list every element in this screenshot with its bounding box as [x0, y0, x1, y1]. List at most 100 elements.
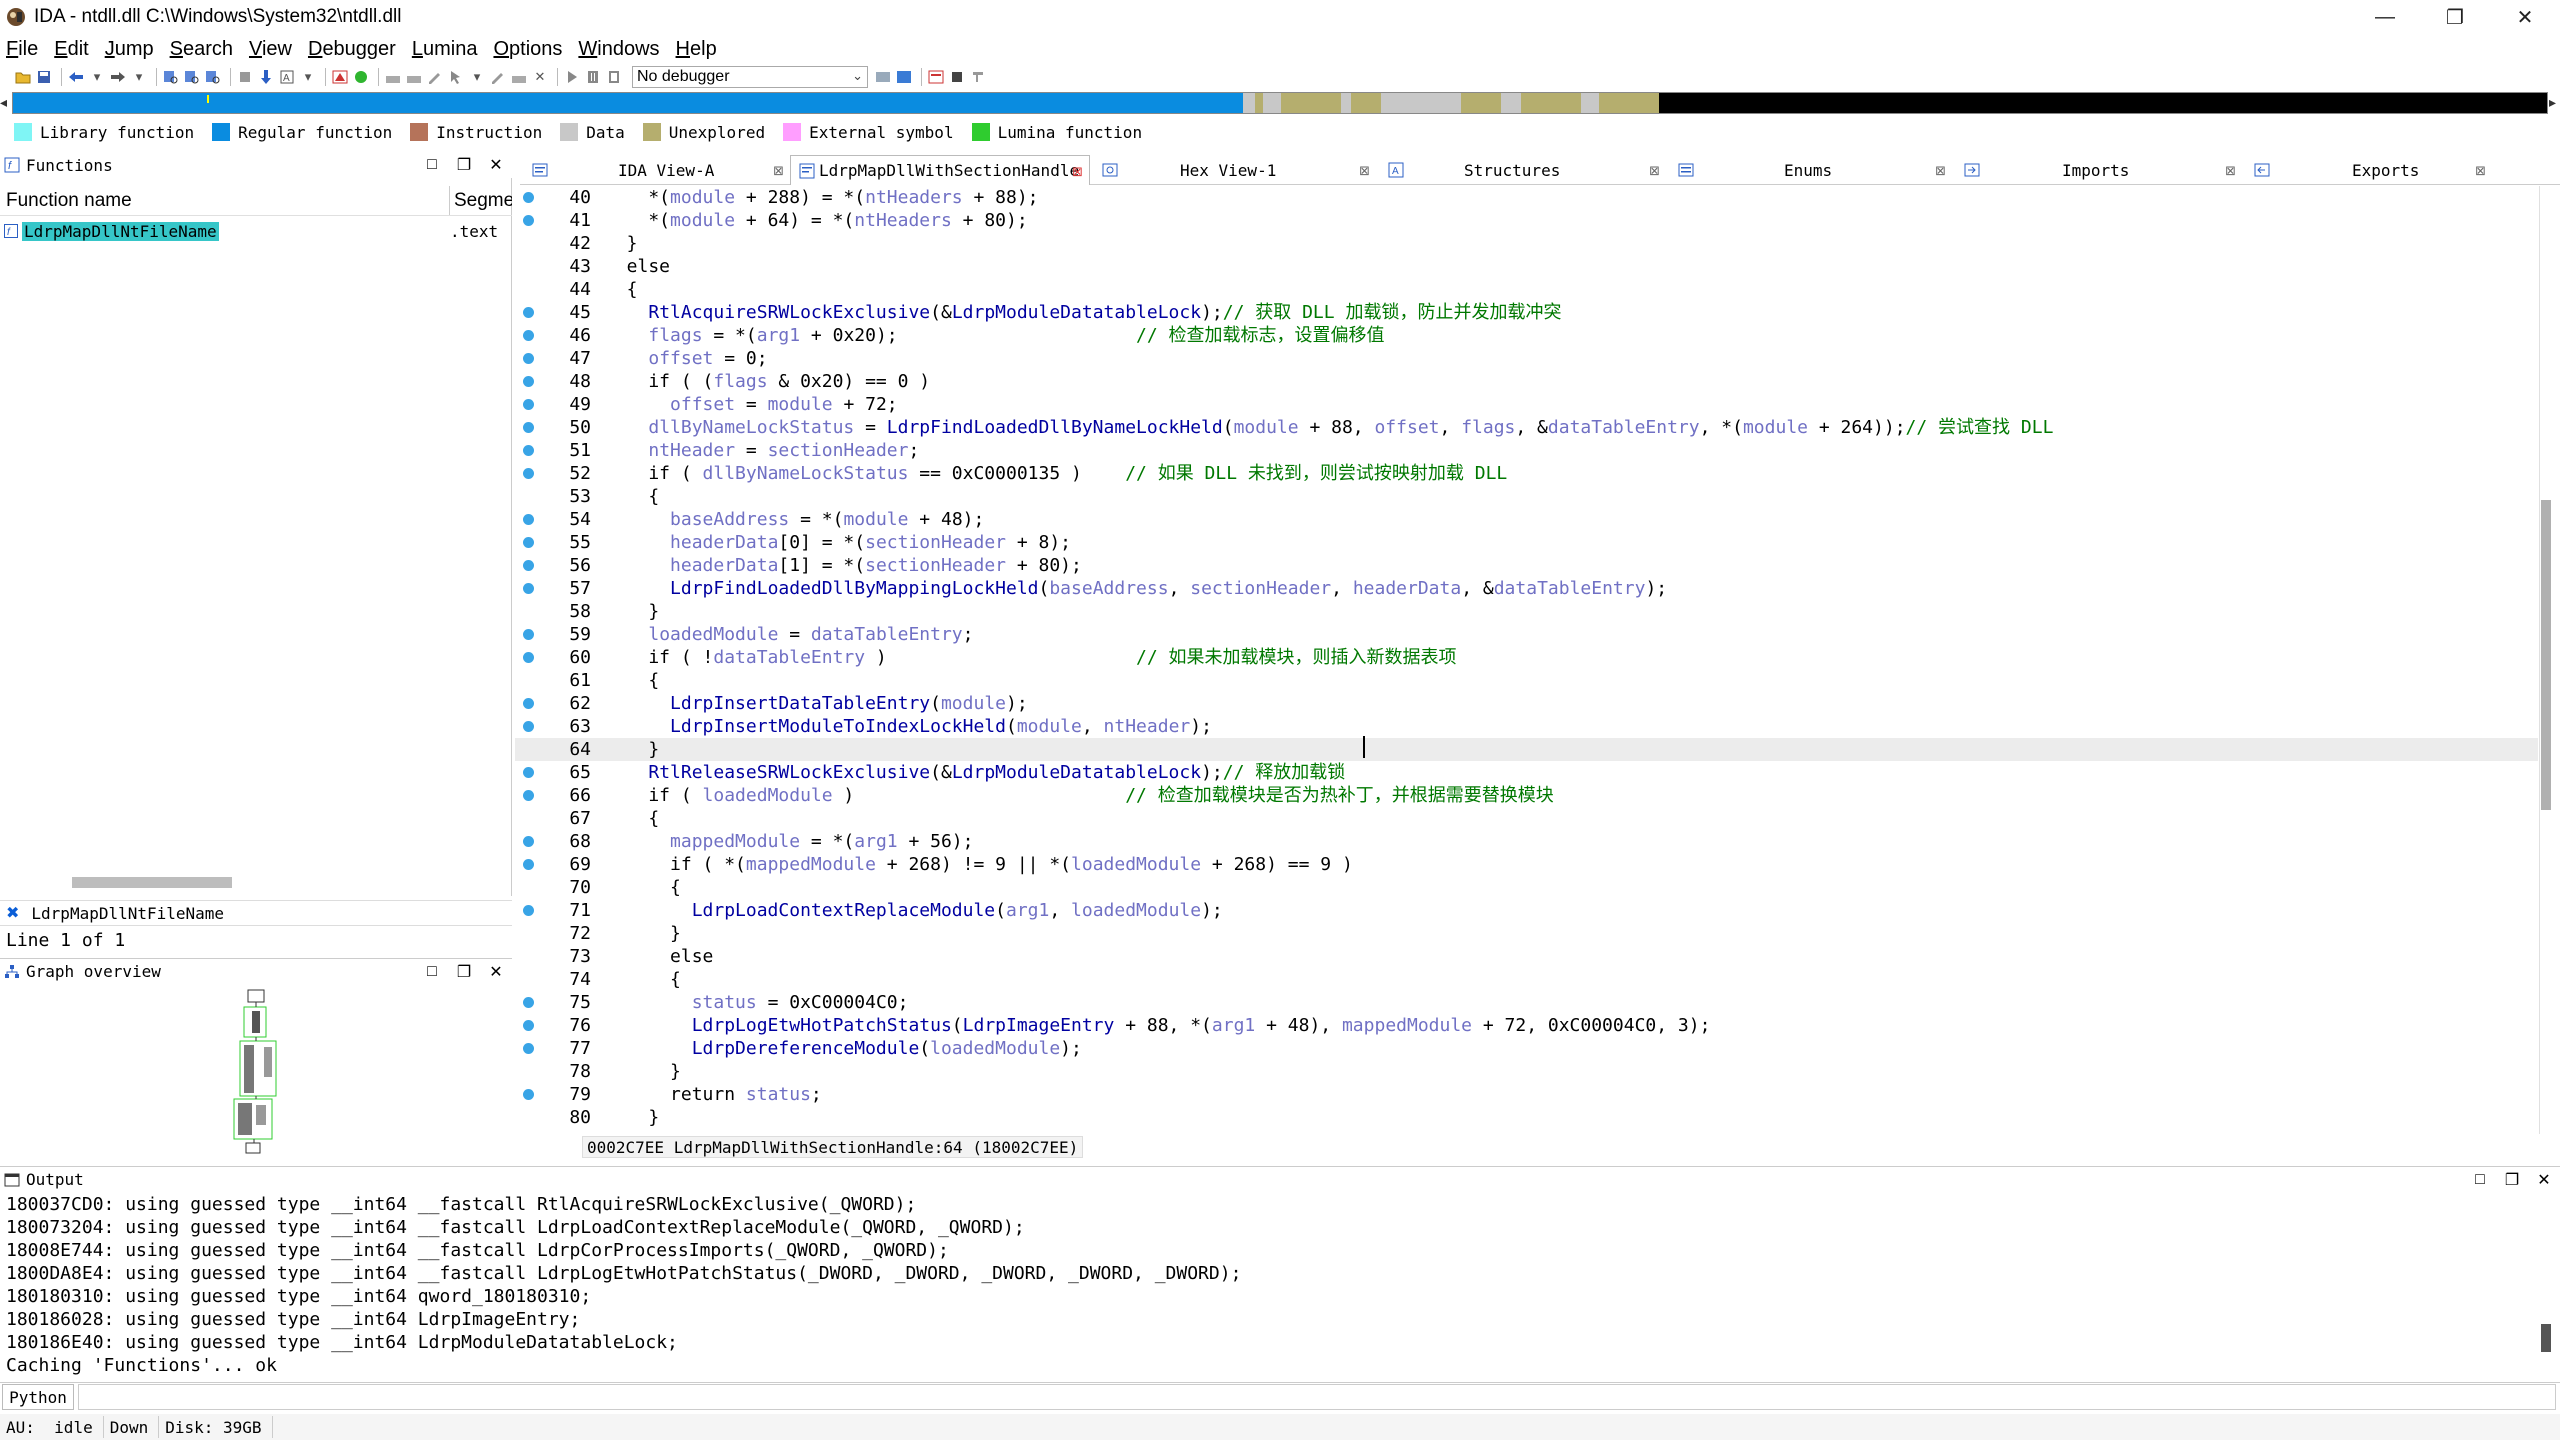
line-marker-icon[interactable] — [523, 514, 534, 525]
panel-float-icon[interactable]: □ — [2470, 1170, 2490, 1190]
column-segment[interactable]: Segme — [450, 186, 512, 215]
code-line[interactable]: 40 *(module + 288) = *(ntHeaders + 88); — [515, 186, 2538, 209]
output-vscrollbar[interactable] — [2541, 1324, 2551, 1352]
line-marker-icon[interactable] — [523, 468, 534, 479]
code-line[interactable]: 54 baseAddress = *(module + 48); — [515, 508, 2538, 531]
line-marker-icon[interactable] — [523, 721, 534, 732]
tool-a-icon[interactable] — [948, 68, 966, 86]
code-line[interactable]: 68 mappedModule = *(arg1 + 56); — [515, 830, 2538, 853]
menu-help[interactable]: Help — [676, 38, 717, 61]
functions-hscrollbar[interactable] — [72, 877, 232, 888]
down-arrow-icon[interactable] — [257, 68, 275, 86]
line-marker-icon[interactable] — [523, 1020, 534, 1031]
tab-exports[interactable]: Exports ⊠ — [2242, 155, 2492, 185]
line-marker-icon[interactable] — [523, 629, 534, 640]
code-line[interactable]: 78 } — [515, 1060, 2538, 1083]
function-name[interactable]: LdrpMapDllNtFileName — [22, 221, 219, 241]
line-marker-icon[interactable] — [523, 399, 534, 410]
tab-pseudocode[interactable]: LdrpMapDllWithSectionHandle ⊠ — [790, 155, 1090, 185]
code-vscrollbar[interactable] — [2541, 500, 2551, 810]
command-input[interactable] — [78, 1384, 2556, 1410]
code-line[interactable]: 66 if ( loadedModule ) // 检查加载模块是否为热补丁，并… — [515, 784, 2538, 807]
minimize-button[interactable]: — — [2350, 0, 2420, 34]
line-marker-icon[interactable] — [523, 836, 534, 847]
code-line[interactable]: 62 LdrpInsertDataTableEntry(module); — [515, 692, 2538, 715]
close-window-button[interactable]: ✕ — [2490, 0, 2560, 34]
line-marker-icon[interactable] — [523, 767, 534, 778]
line-marker-icon[interactable] — [523, 1089, 534, 1100]
line-marker-icon[interactable] — [523, 330, 534, 341]
maximize-button[interactable]: ❐ — [2420, 0, 2490, 34]
menu-file[interactable]: File — [6, 38, 38, 61]
code-line[interactable]: 50 dllByNameLockStatus = LdrpFindLoadedD… — [515, 416, 2538, 439]
code-line[interactable]: 47 offset = 0; — [515, 347, 2538, 370]
code-line[interactable]: 53 { — [515, 485, 2538, 508]
refresh-icon[interactable] — [895, 68, 913, 86]
menu-view[interactable]: View — [249, 38, 292, 61]
breakpoint-list-icon[interactable] — [927, 68, 945, 86]
analysis-icon[interactable] — [331, 68, 349, 86]
output-log[interactable]: 180037CD0: using guessed type __int64 __… — [6, 1193, 2536, 1377]
code-line[interactable]: 73 else — [515, 945, 2538, 968]
tab-imports[interactable]: Imports ⊠ — [1952, 155, 2242, 185]
line-marker-icon[interactable] — [523, 698, 534, 709]
code-line[interactable]: 71 LdrpLoadContextReplaceModule(arg1, lo… — [515, 899, 2538, 922]
code-line[interactable]: 56 headerData[1] = *(sectionHeader + 80)… — [515, 554, 2538, 577]
forward-dropdown-icon[interactable]: ▾ — [130, 68, 148, 86]
tab-close-icon[interactable]: ⊠ — [1649, 163, 1660, 179]
menu-options[interactable]: Options — [493, 38, 562, 61]
code-line[interactable]: 65 RtlReleaseSRWLockExclusive(&LdrpModul… — [515, 761, 2538, 784]
debugger-select[interactable]: No debugger ⌄ — [632, 66, 868, 88]
code-line[interactable]: 75 status = 0xC00004C0; — [515, 991, 2538, 1014]
pseudocode-view[interactable]: 40 *(module + 288) = *(ntHeaders + 88); 4… — [515, 186, 2538, 1134]
code-line[interactable]: 69 if ( *(mappedModule + 268) != 9 || *(… — [515, 853, 2538, 876]
code-line[interactable]: 63 LdrpInsertModuleToIndexLockHeld(modul… — [515, 715, 2538, 738]
line-marker-icon[interactable] — [523, 353, 534, 364]
code-line[interactable]: 76 LdrpLogEtwHotPatchStatus(LdrpImageEnt… — [515, 1014, 2538, 1037]
segment-dropdown-icon[interactable]: ▾ — [299, 68, 317, 86]
code-line[interactable]: 51 ntHeader = sectionHeader; — [515, 439, 2538, 462]
search-text-icon[interactable] — [162, 68, 180, 86]
code-line[interactable]: 61 { — [515, 669, 2538, 692]
patch-2-icon[interactable] — [510, 68, 528, 86]
play-icon[interactable] — [563, 68, 581, 86]
function-row[interactable]: f LdrpMapDllNtFileName .text — [0, 220, 512, 242]
tab-close-icon[interactable]: ⊠ — [2225, 163, 2236, 179]
panel-restore-icon[interactable]: ❐ — [454, 962, 474, 982]
code-line[interactable]: 59 loadedModule = dataTableEntry; — [515, 623, 2538, 646]
undo-icon[interactable] — [236, 68, 254, 86]
tab-close-icon[interactable]: ⊠ — [773, 163, 784, 179]
code-line[interactable]: 45 RtlAcquireSRWLockExclusive(&LdrpModul… — [515, 301, 2538, 324]
panel-restore-icon[interactable]: ❐ — [454, 155, 474, 175]
panel-float-icon[interactable]: □ — [422, 155, 442, 175]
graph-tool-2-icon[interactable] — [405, 68, 423, 86]
code-line[interactable]: 43 else — [515, 255, 2538, 278]
line-marker-icon[interactable] — [523, 560, 534, 571]
clear-filter-icon[interactable]: ✖ — [6, 903, 19, 923]
cross-icon[interactable]: ✕ — [531, 68, 549, 86]
back-dropdown-icon[interactable]: ▾ — [88, 68, 106, 86]
menu-debugger[interactable]: Debugger — [308, 38, 396, 61]
cursor-icon[interactable] — [447, 68, 465, 86]
line-marker-icon[interactable] — [523, 859, 534, 870]
graph-overview-canvas[interactable] — [0, 985, 512, 1160]
panel-close-icon[interactable]: ✕ — [486, 962, 506, 982]
code-line[interactable]: 41 *(module + 64) = *(ntHeaders + 80); — [515, 209, 2538, 232]
code-line[interactable]: 67 { — [515, 807, 2538, 830]
menu-search[interactable]: Search — [170, 38, 233, 61]
open-folder-icon[interactable] — [14, 68, 32, 86]
code-line[interactable]: 44 { — [515, 278, 2538, 301]
debug-option-icon[interactable] — [874, 68, 892, 86]
pencil-icon[interactable] — [426, 68, 444, 86]
code-line[interactable]: 52 if ( dllByNameLockStatus == 0xC000013… — [515, 462, 2538, 485]
search-binary-icon[interactable] — [183, 68, 201, 86]
code-line[interactable]: 77 LdrpDereferenceModule(loadedModule); — [515, 1037, 2538, 1060]
tool-b-icon[interactable] — [969, 68, 987, 86]
tab-ida-view-a[interactable]: IDA View-A ⊠ — [520, 155, 790, 185]
code-line[interactable]: 42 } — [515, 232, 2538, 255]
code-line[interactable]: 72 } — [515, 922, 2538, 945]
code-line[interactable]: 70 { — [515, 876, 2538, 899]
code-line[interactable]: 48 if ( (flags & 0x20) == 0 ) — [515, 370, 2538, 393]
code-line[interactable]: 55 headerData[0] = *(sectionHeader + 8); — [515, 531, 2538, 554]
menu-windows[interactable]: Windows — [578, 38, 659, 61]
